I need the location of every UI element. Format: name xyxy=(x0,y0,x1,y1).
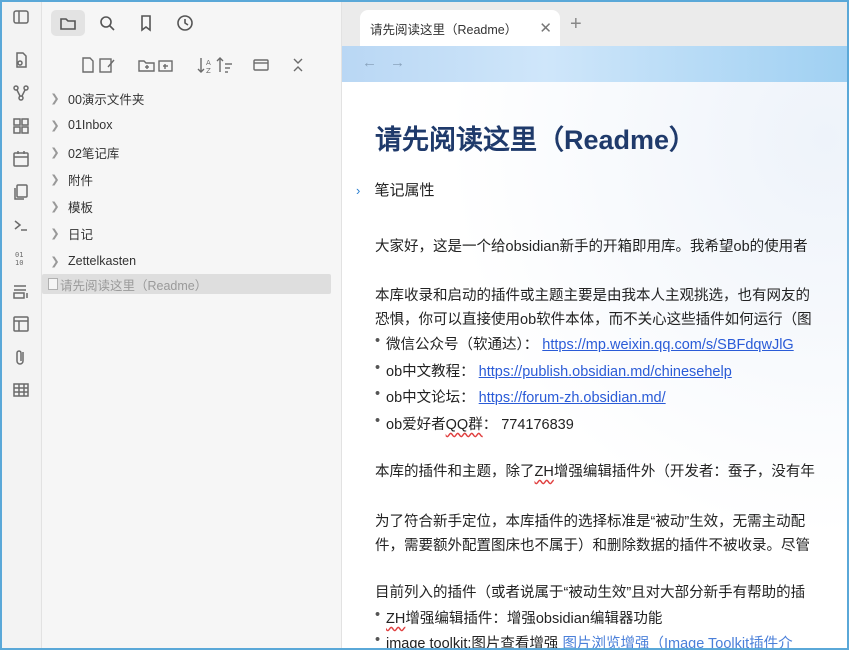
chevron-right-icon: ❯ xyxy=(50,92,60,105)
link-label: ob中文教程： xyxy=(386,364,475,380)
quick-switcher-icon[interactable] xyxy=(10,49,32,71)
active-file-item[interactable]: 请先阅读这里（Readme） xyxy=(42,274,331,294)
sidebar-tab-header xyxy=(42,2,342,42)
files-tab-folder-icon[interactable] xyxy=(51,10,85,36)
qq-colon: ： xyxy=(482,417,498,433)
properties-label: 笔记属性 xyxy=(374,182,435,199)
chevron-right-icon: ❯ xyxy=(50,200,60,213)
sidebar-toggle-icon[interactable] xyxy=(10,6,32,28)
list-item: ob中文论坛： https://forum-zh.obsidian.md/ xyxy=(375,386,666,407)
text-span: 本库的插件和主题，除了 xyxy=(375,464,535,480)
svg-text:01: 01 xyxy=(15,251,23,259)
forward-arrow-icon[interactable]: → xyxy=(390,54,405,71)
graph-view-icon[interactable] xyxy=(10,82,32,104)
folder-label: 02笔记库 xyxy=(68,146,120,161)
chevron-right-icon: › xyxy=(356,183,361,198)
auto-reveal-icon[interactable] xyxy=(250,54,272,76)
svg-text:Z: Z xyxy=(206,67,211,74)
tab-readme[interactable]: 请先阅读这里（Readme） ✕ xyxy=(360,10,560,46)
chevron-right-icon: ❯ xyxy=(50,173,60,186)
binary-icon[interactable]: 01 10 xyxy=(10,247,32,269)
canvas-icon[interactable] xyxy=(10,115,32,137)
chevron-right-icon: ❯ xyxy=(50,255,60,268)
tab-bar: 请先阅读这里（Readme） ✕ + xyxy=(342,2,847,46)
list-item: image toolkit:图片查看增强 图片浏览增强（Image Toolki… xyxy=(375,632,793,648)
insert-icon[interactable] xyxy=(10,280,32,302)
folder-label: 模板 xyxy=(68,200,94,215)
folder-item[interactable]: ❯ 01Inbox xyxy=(42,113,331,137)
list-item: 微信公众号（软通达）： https://mp.weixin.qq.com/s/S… xyxy=(375,333,794,354)
note-title: 请先阅读这里（Readme） xyxy=(375,125,697,155)
folder-item[interactable]: ❯ 00演示文件夹 xyxy=(42,86,331,110)
paragraph: 件，需要额外配置图床也不属于）和删除数据的插件不被收录。尽管 xyxy=(375,538,810,554)
view-header: ← → xyxy=(342,46,847,82)
chevron-right-icon: ❯ xyxy=(50,146,60,159)
chevron-right-icon: ❯ xyxy=(50,227,60,240)
text-span: image toolkit:图片查看增强 xyxy=(386,636,563,648)
recent-clock-icon[interactable] xyxy=(168,10,202,36)
folder-item[interactable]: ❯ 日记 xyxy=(42,221,331,245)
new-tab-icon[interactable]: + xyxy=(570,14,582,34)
tab-title: 请先阅读这里（Readme） xyxy=(370,22,518,37)
forum-link[interactable]: https://forum-zh.obsidian.md/ xyxy=(479,390,666,406)
file-actions-toolbar: AZ xyxy=(42,48,342,82)
paragraph: 大家好，这是一个给obsidian新手的开箱即用库。我希望ob的使用者 xyxy=(375,239,808,255)
paragraph: 为了符合新手定位，本库插件的选择标准是“被动”生效，无需主动配 xyxy=(375,514,806,530)
folder-label: 附件 xyxy=(68,173,94,188)
layout-icon[interactable] xyxy=(10,313,32,335)
svg-text:A: A xyxy=(206,59,211,67)
link-label: 微信公众号（软通达）： xyxy=(386,337,539,353)
image-toolkit-link[interactable]: 图片浏览增强（Image Toolkit插件介 xyxy=(562,636,792,648)
svg-text:10: 10 xyxy=(15,259,23,267)
tutorial-link[interactable]: https://publish.obsidian.md/chinesehelp xyxy=(479,364,732,380)
ribbon: 01 10 xyxy=(2,2,42,648)
qq-label-misspelled: QQ群 xyxy=(445,417,483,433)
list-item: ob爱好者QQ群： 774176839 xyxy=(375,413,574,434)
folder-item[interactable]: ❯ Zettelkasten xyxy=(42,249,331,273)
list-item: ZH增强编辑插件：增强obsidian编辑器功能 xyxy=(375,607,663,628)
new-folder-plus-icon[interactable] xyxy=(155,54,177,76)
wechat-link[interactable]: https://mp.weixin.qq.com/s/SBFdqwJlG xyxy=(542,337,793,353)
text-span: 增强编辑插件外（开发者：蚕子，没有年 xyxy=(553,464,815,480)
folder-label: 00演示文件夹 xyxy=(68,92,145,107)
daily-note-icon[interactable] xyxy=(10,148,32,170)
sort-order-icon[interactable] xyxy=(214,54,236,76)
folder-item[interactable]: ❯ 附件 xyxy=(42,167,331,191)
close-tab-icon[interactable]: ✕ xyxy=(539,19,552,37)
file-icon xyxy=(48,278,58,290)
qq-label: ob爱好者 xyxy=(386,417,446,433)
qq-number: 774176839 xyxy=(501,417,574,433)
text-span-misspelled: ZH xyxy=(534,464,554,480)
search-icon[interactable] xyxy=(90,10,124,36)
note-content: 请先阅读这里（Readme） › 笔记属性 大家好，这是一个给obsidian新… xyxy=(342,82,847,648)
attachment-icon[interactable] xyxy=(10,346,32,368)
properties-toggle[interactable]: › 笔记属性 xyxy=(356,179,435,200)
folder-label: 日记 xyxy=(68,227,94,242)
app-window: 01 10 A Z ❯ 00演示文件夹 ❯ 01Inbox ❯ 02笔记库 ❯ … xyxy=(0,0,849,650)
paragraph: 本库收录和启动的插件或主题主要是由我本人主观挑选，也有网友的 xyxy=(375,288,810,304)
templates-icon[interactable] xyxy=(10,181,32,203)
paragraph: 目前列入的插件（或者说属于“被动生效”且对大部分新手有帮助的插 xyxy=(375,585,806,601)
text-span: 增强编辑插件：增强obsidian编辑器功能 xyxy=(405,611,663,627)
chevron-right-icon: ❯ xyxy=(50,119,60,132)
list-item: ob中文教程： https://publish.obsidian.md/chin… xyxy=(375,360,732,381)
file-label: 请先阅读这里（Readme） xyxy=(60,278,208,293)
editor-area: 请先阅读这里（Readme） ✕ + ← → 请先阅读这里（Readme） › … xyxy=(342,2,847,648)
folder-item[interactable]: ❯ 02笔记库 xyxy=(42,140,331,164)
folder-label: 01Inbox xyxy=(68,118,113,132)
folder-item[interactable]: ❯ 模板 xyxy=(42,194,331,218)
bookmark-icon[interactable] xyxy=(129,10,163,36)
folder-label: Zettelkasten xyxy=(68,254,137,268)
text-span-misspelled: ZH xyxy=(386,611,406,627)
link-label: ob中文论坛： xyxy=(386,390,475,406)
paragraph: 本库的插件和主题，除了ZH增强编辑插件外（开发者：蚕子，没有年 xyxy=(375,460,815,481)
table-icon[interactable] xyxy=(10,379,32,401)
back-arrow-icon[interactable]: ← xyxy=(362,54,377,71)
collapse-all-icon[interactable] xyxy=(287,54,309,76)
paragraph: 恐惧，你可以直接使用ob软件本体，而不关心这些插件如何运行（图 xyxy=(375,312,812,328)
command-palette-icon[interactable] xyxy=(10,214,32,236)
edit-icon[interactable] xyxy=(96,54,118,76)
file-explorer-panel: AZ ❯ 00演示文件夹 ❯ 01Inbox ❯ 02笔记库 ❯ 附件 ❯ 模板… xyxy=(42,2,342,648)
